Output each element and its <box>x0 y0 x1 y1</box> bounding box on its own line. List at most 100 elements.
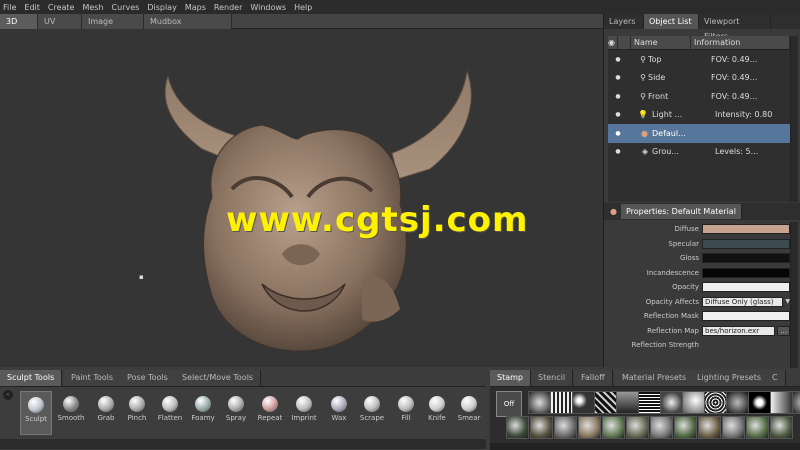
menu-render[interactable]: Render <box>214 3 242 12</box>
menu-help[interactable]: Help <box>294 3 312 12</box>
stamp-thumbnail[interactable] <box>792 391 800 414</box>
reflection-mask-swatch[interactable] <box>702 311 790 322</box>
tab-pose-tools[interactable]: Pose Tools <box>120 370 176 386</box>
tool-label: Smooth <box>57 414 85 422</box>
tool-tray-scrollbar[interactable] <box>0 439 486 449</box>
stamp-thumbnail[interactable] <box>748 391 771 414</box>
stamp-thumbnail[interactable] <box>528 391 551 414</box>
menu-file[interactable]: File <box>3 3 16 12</box>
tool-smear[interactable]: Smear <box>453 391 485 435</box>
stamp-thumbnail[interactable] <box>650 416 673 439</box>
visible-icon[interactable]: ● <box>608 93 628 100</box>
properties-title[interactable]: Properties: Default Material <box>620 204 742 219</box>
information-column-header[interactable]: Information <box>691 36 790 49</box>
tab-falloff[interactable]: Falloff <box>574 370 613 386</box>
prop-opacity: Opacity <box>608 280 790 295</box>
tab-layers[interactable]: Layers <box>604 14 644 29</box>
stamp-thumbnail[interactable] <box>530 416 553 439</box>
tool-foamy[interactable]: Foamy <box>187 391 219 435</box>
menu-windows[interactable]: Windows <box>250 3 286 12</box>
menu-edit[interactable]: Edit <box>24 3 40 12</box>
stamp-off-button[interactable]: Off <box>496 391 522 417</box>
tool-knife[interactable]: Knife <box>421 391 453 435</box>
stamp-thumbnail[interactable] <box>554 416 577 439</box>
stamp-thumbnail[interactable] <box>578 416 601 439</box>
tab-uv-view[interactable]: UV View <box>38 14 82 41</box>
menu-curves[interactable]: Curves <box>112 3 140 12</box>
tool-flatten[interactable]: Flatten <box>154 391 186 435</box>
tool-pinch[interactable]: Pinch <box>121 391 153 435</box>
tab-more[interactable]: C <box>765 370 786 386</box>
stamp-thumbnail[interactable] <box>638 391 661 414</box>
stamp-thumbnail[interactable] <box>674 416 697 439</box>
stamp-thumbnail[interactable] <box>722 416 745 439</box>
properties-scrollbar[interactable] <box>790 222 798 368</box>
object-row-front[interactable]: ● ⚲ Front FOV: 0.49... <box>608 87 790 106</box>
browse-button[interactable]: ... <box>777 325 790 336</box>
menu-display[interactable]: Display <box>147 3 177 12</box>
visible-icon[interactable]: ● <box>608 56 628 63</box>
stamp-thumbnail[interactable] <box>616 391 639 414</box>
menu-maps[interactable]: Maps <box>185 3 206 12</box>
stamp-thumbnail[interactable] <box>660 391 683 414</box>
tool-smooth[interactable]: Smooth <box>55 391 87 435</box>
stamp-thumbnail[interactable] <box>506 416 529 439</box>
tab-viewport-filters[interactable]: Viewport Filters <box>699 14 771 41</box>
tab-3d-view[interactable]: 3D View <box>0 14 38 41</box>
stamp-thumbnail[interactable] <box>682 391 705 414</box>
stamp-thumbnail[interactable] <box>704 391 727 414</box>
stamp-thumbnail[interactable] <box>594 391 617 414</box>
stamp-tray-scrollbar[interactable] <box>490 443 800 450</box>
object-list-scrollbar[interactable] <box>790 36 798 202</box>
object-row-top[interactable]: ● ⚲ Top FOV: 0.49... <box>608 50 790 69</box>
tool-imprint[interactable]: Imprint <box>288 391 320 435</box>
stamp-thumbnail[interactable] <box>602 416 625 439</box>
3d-viewport[interactable]: www.cgtsj.com ▪ <box>0 29 603 367</box>
stamp-thumbnail[interactable] <box>698 416 721 439</box>
opacity-swatch[interactable] <box>702 282 790 293</box>
visible-icon[interactable]: ● <box>608 74 628 81</box>
visible-icon[interactable]: ● <box>608 111 628 118</box>
stamp-thumbnail[interactable] <box>770 416 793 439</box>
tool-scrape[interactable]: Scrape <box>356 391 388 435</box>
stamp-thumbnail[interactable] <box>746 416 769 439</box>
name-column-header[interactable]: Name <box>631 36 691 49</box>
tab-object-list[interactable]: Object List <box>644 14 699 29</box>
stamp-thumbnail[interactable] <box>572 391 595 414</box>
tab-paint-tools[interactable]: Paint Tools <box>64 370 122 386</box>
tab-stencil[interactable]: Stencil <box>531 370 574 386</box>
menu-create[interactable]: Create <box>48 3 75 12</box>
tab-stamp[interactable]: Stamp <box>490 370 531 386</box>
object-row-default-material[interactable]: ● ● Defaul... <box>608 124 790 143</box>
tab-sculpt-tools[interactable]: Sculpt Tools <box>0 370 63 386</box>
stamp-thumbnail[interactable] <box>626 416 649 439</box>
menu-mesh[interactable]: Mesh <box>82 3 103 12</box>
object-row-light[interactable]: ● 💡 Light ... Intensity: 0.80 <box>608 106 790 125</box>
stamp-thumbnail[interactable] <box>550 391 573 414</box>
tool-spray[interactable]: Spray <box>220 391 252 435</box>
tab-mudbox-community[interactable]: Mudbox Community <box>144 14 232 41</box>
incandescence-swatch[interactable] <box>702 267 790 278</box>
tray-scroll-left-icon[interactable]: ‹ <box>3 390 13 400</box>
tool-fill[interactable]: Fill <box>390 391 422 435</box>
stamp-thumbnail[interactable] <box>770 391 793 414</box>
opacity-affects-select[interactable]: Diffuse Only (glass) <box>702 296 784 307</box>
object-row-side[interactable]: ● ⚲ Side FOV: 0.49... <box>608 69 790 88</box>
tab-select-move-tools[interactable]: Select/Move Tools <box>175 370 262 386</box>
object-row-group[interactable]: ● ◈ Grou... Levels: 5... <box>608 143 790 162</box>
diffuse-swatch[interactable] <box>702 224 790 235</box>
tab-image-browser[interactable]: Image Browser <box>82 14 144 41</box>
reflection-strength-field[interactable] <box>702 340 790 351</box>
visible-icon[interactable]: ● <box>608 148 628 155</box>
tool-wax[interactable]: Wax <box>323 391 355 435</box>
reflection-map-field[interactable]: bes/horizon.exr <box>702 325 776 336</box>
specular-swatch[interactable] <box>702 238 790 249</box>
stamp-thumbnail[interactable] <box>726 391 749 414</box>
tool-repeat[interactable]: Repeat <box>254 391 286 435</box>
tab-lighting-presets[interactable]: Lighting Presets <box>690 370 769 386</box>
gloss-swatch[interactable] <box>702 253 790 264</box>
visible-icon[interactable]: ● <box>608 130 628 137</box>
tool-grab[interactable]: Grab <box>90 391 122 435</box>
tool-sculpt[interactable]: Sculpt <box>20 391 52 435</box>
tab-material-presets[interactable]: Material Presets <box>615 370 695 386</box>
